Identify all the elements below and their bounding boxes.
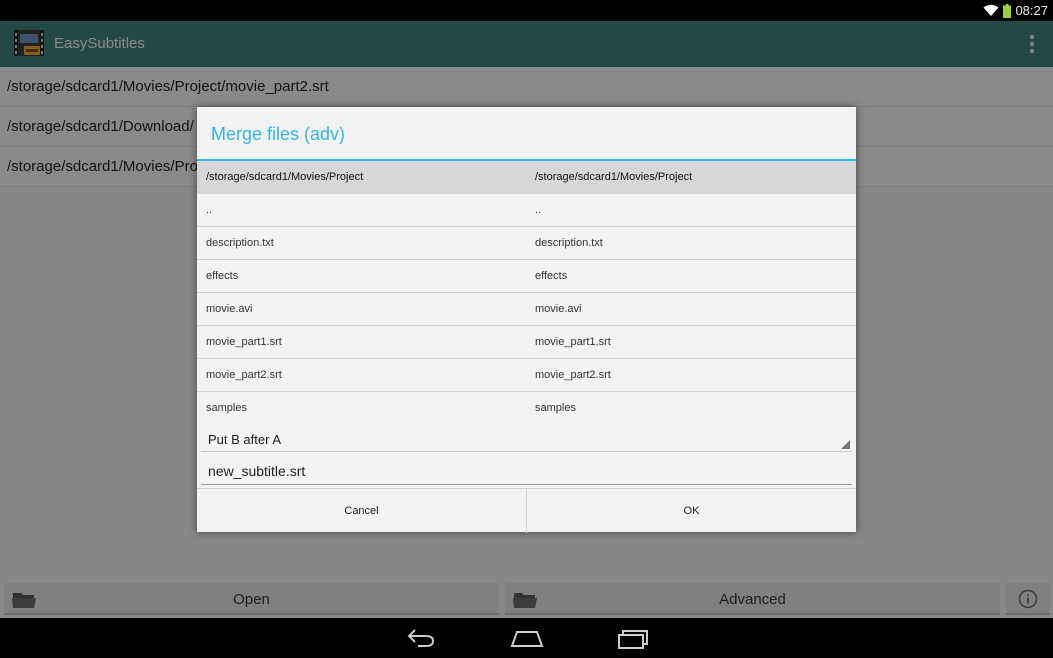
status-time: 08:27: [1015, 3, 1048, 18]
folder-b-path: /storage/sdcard1/Movies/Project: [535, 171, 693, 183]
output-filename-value: new_subtitle.srt: [208, 463, 306, 479]
dialog-button-bar: Cancel OK: [197, 488, 856, 533]
back-icon[interactable]: [404, 626, 438, 650]
table-row[interactable]: description.txt description.txt: [197, 227, 856, 260]
wifi-icon: [983, 4, 999, 16]
file-table: /storage/sdcard1/Movies/Project /storage…: [197, 161, 856, 425]
file-a[interactable]: effects: [206, 270, 238, 282]
file-b[interactable]: effects: [535, 270, 567, 282]
file-a[interactable]: movie.avi: [206, 303, 252, 315]
merge-mode-value: Put B after A: [208, 432, 281, 447]
file-b[interactable]: description.txt: [535, 237, 603, 249]
file-b[interactable]: movie_part1.srt: [535, 336, 611, 348]
file-a[interactable]: movie_part2.srt: [206, 369, 282, 381]
output-filename-field[interactable]: new_subtitle.srt: [201, 459, 852, 485]
file-a[interactable]: ..: [206, 204, 212, 216]
recents-icon[interactable]: [616, 626, 650, 650]
file-b[interactable]: ..: [535, 204, 541, 216]
table-row[interactable]: .. ..: [197, 194, 856, 227]
home-icon[interactable]: [510, 626, 544, 650]
folder-a-path: /storage/sdcard1/Movies/Project: [206, 171, 364, 183]
file-a[interactable]: samples: [206, 402, 247, 414]
merge-files-dialog: Merge files (adv) /storage/sdcard1/Movie…: [197, 107, 856, 533]
file-a[interactable]: movie_part1.srt: [206, 336, 282, 348]
status-bar: 08:27: [0, 0, 1053, 21]
dropdown-corner-icon: [841, 440, 850, 449]
table-row[interactable]: effects effects: [197, 260, 856, 293]
dialog-title: Merge files (adv): [211, 124, 346, 144]
cancel-button[interactable]: Cancel: [197, 489, 526, 533]
table-row[interactable]: movie.avi movie.avi: [197, 293, 856, 326]
battery-icon: [1003, 3, 1012, 18]
table-row[interactable]: samples samples: [197, 392, 856, 425]
ok-button[interactable]: OK: [527, 489, 856, 533]
file-b[interactable]: movie_part2.srt: [535, 369, 611, 381]
file-a[interactable]: description.txt: [206, 237, 274, 249]
table-header: /storage/sdcard1/Movies/Project /storage…: [197, 161, 856, 194]
table-row[interactable]: movie_part1.srt movie_part1.srt: [197, 326, 856, 359]
file-b[interactable]: samples: [535, 402, 576, 414]
file-b[interactable]: movie.avi: [535, 303, 581, 315]
table-row[interactable]: movie_part2.srt movie_part2.srt: [197, 359, 856, 392]
merge-mode-dropdown[interactable]: Put B after A: [201, 427, 852, 452]
navigation-bar: [0, 618, 1053, 658]
